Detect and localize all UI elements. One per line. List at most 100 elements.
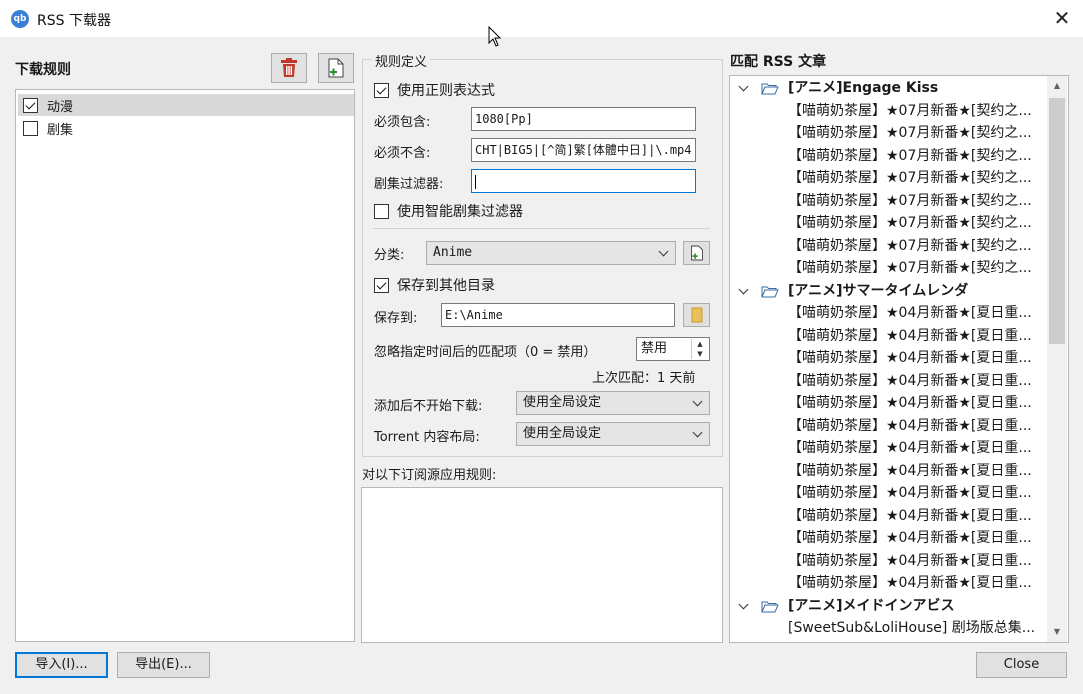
article-item[interactable]: 【喵萌奶茶屋】★07月新番★[契约之... (730, 100, 1048, 122)
article-group[interactable]: [アニメ]Engage Kiss (730, 77, 1048, 99)
article-title: 【喵萌奶茶屋】★04月新番★[夏日重... (788, 372, 1032, 389)
article-item[interactable]: 【喵萌奶茶屋】★07月新番★[契约之... (730, 212, 1048, 234)
add-category-button[interactable] (683, 241, 710, 265)
rule-label: 剧集 (47, 122, 74, 138)
article-title: 【喵萌奶茶屋】★07月新番★[契约之... (788, 147, 1032, 164)
rule-item-anime[interactable]: 动漫 (18, 94, 354, 116)
browse-folder-button[interactable] (683, 303, 710, 327)
article-item[interactable]: 【喵萌奶茶屋】★07月新番★[契约之... (730, 122, 1048, 144)
rule-checkbox[interactable] (23, 97, 38, 113)
add-rule-button[interactable] (318, 53, 354, 83)
category-select[interactable]: Anime (426, 241, 676, 265)
rule-label: 动漫 (47, 99, 74, 115)
article-item[interactable]: 【喵萌奶茶屋】★04月新番★[夏日重... (730, 392, 1048, 414)
articles-scrollbar[interactable]: ▲ ▼ (1047, 76, 1067, 642)
article-item[interactable]: 【喵萌奶茶屋】★07月新番★[契约之... (730, 190, 1048, 212)
scroll-thumb[interactable] (1049, 98, 1065, 344)
download-rules-title: 下载规则 (15, 62, 71, 78)
article-item[interactable]: 【喵萌奶茶屋】★04月新番★[夏日重... (730, 370, 1048, 392)
article-title: 【喵萌奶茶屋】★07月新番★[契约之... (788, 102, 1032, 119)
article-item[interactable]: 【喵萌奶茶屋】★07月新番★[契约之... (730, 257, 1048, 279)
article-item[interactable]: 【喵萌奶茶屋】★04月新番★[夏日重... (730, 415, 1048, 437)
use-regex-checkbox[interactable]: 使用正则表达式 (374, 80, 495, 100)
chevron-down-icon[interactable] (738, 284, 749, 294)
export-button[interactable]: 导出(E)... (117, 652, 210, 678)
save-to-input[interactable]: E:\Anime (441, 303, 675, 327)
article-item[interactable]: 【喵萌奶茶屋】★04月新番★[夏日重... (730, 347, 1048, 369)
article-title: 【喵萌奶茶屋】★04月新番★[夏日重... (788, 575, 1032, 591)
ignore-days-spinbox[interactable]: 禁用 ▲ ▼ (636, 337, 710, 361)
title-bar: qb RSS 下载器 ✕ (0, 0, 1083, 37)
article-item[interactable]: 【喵萌奶茶屋】★04月新番★[夏日重... (730, 460, 1048, 482)
save-to-label: 保存到: (374, 311, 418, 326)
smart-filter-checkbox[interactable]: 使用智能剧集过滤器 (374, 201, 523, 221)
rule-item-series[interactable]: 剧集 (18, 117, 354, 139)
chevron-down-icon (692, 427, 703, 438)
article-item[interactable]: 【喵萌奶茶屋】★04月新番★[夏日重... (730, 302, 1048, 324)
content-layout-select[interactable]: 使用全局设定 (516, 422, 710, 446)
mouse-cursor-icon (488, 26, 502, 47)
rule-definition-title: 规则定义 (372, 51, 431, 70)
article-title: 【喵萌奶茶屋】★07月新番★[契约之... (788, 192, 1032, 209)
article-group-label: [アニメ]サマータイムレンダ (788, 282, 969, 299)
save-other-dir-label: 保存到其他目录 (397, 278, 495, 294)
article-title: 【喵萌奶茶屋】★04月新番★[夏日重... (788, 350, 1032, 366)
folder-open-icon (761, 601, 779, 612)
article-title: 【喵萌奶茶屋】★04月新番★[夏日重... (788, 395, 1032, 411)
rule-list[interactable]: 动漫 剧集 (15, 89, 355, 642)
smart-filter-label: 使用智能剧集过滤器 (397, 204, 523, 220)
divider (373, 228, 710, 229)
apply-feeds-label: 对以下订阅源应用规则: (362, 468, 497, 483)
must-contain-input[interactable]: 1080[Pp] (471, 107, 696, 131)
chevron-down-icon[interactable] (738, 81, 749, 92)
close-button[interactable]: Close (976, 652, 1067, 678)
article-item[interactable]: 【喵萌奶茶屋】★04月新番★[夏日重... (730, 505, 1048, 527)
article-item[interactable]: 【喵萌奶茶屋】★04月新番★[夏日重... (730, 437, 1048, 459)
episode-filter-input[interactable] (471, 169, 696, 193)
article-item[interactable]: 【喵萌奶茶屋】★07月新番★[契约之... (730, 145, 1048, 167)
must-not-contain-input[interactable]: CHT|BIG5|[^简]繁[体體中日]|\.mp4 (471, 138, 696, 162)
category-label: 分类: (374, 248, 405, 263)
spin-up-icon[interactable]: ▲ (692, 339, 708, 349)
article-group[interactable]: [アニメ]メイドインアビス (730, 595, 1048, 617)
import-button[interactable]: 导入(I)... (15, 652, 108, 678)
window-close-icon[interactable]: ✕ (1047, 3, 1077, 33)
content-layout-label: Torrent 内容布局: (374, 430, 480, 445)
spin-down-icon[interactable]: ▼ (692, 349, 708, 359)
article-title: 【喵萌奶茶屋】★07月新番★[契约之... (788, 260, 1032, 276)
article-item[interactable]: 【喵萌奶茶屋】★04月新番★[夏日重... (730, 482, 1048, 504)
article-title: 【喵萌奶茶屋】★07月新番★[契约之... (788, 215, 1032, 231)
rule-checkbox[interactable] (23, 120, 38, 136)
article-title: 【喵萌奶茶屋】★04月新番★[夏日重... (788, 530, 1032, 546)
episode-filter-label: 剧集过滤器: (374, 177, 444, 192)
scroll-down-icon[interactable]: ▼ (1047, 622, 1067, 642)
save-other-dir-checkbox[interactable]: 保存到其他目录 (374, 275, 495, 295)
spin-buttons[interactable]: ▲ ▼ (691, 339, 708, 359)
feeds-list[interactable] (361, 487, 723, 643)
checkbox-box[interactable] (374, 277, 389, 293)
article-item[interactable]: 【喵萌奶茶屋】★04月新番★[夏日重... (730, 572, 1048, 594)
article-title: 【喵萌奶茶屋】★04月新番★[夏日重... (788, 417, 1032, 434)
trash-icon (281, 58, 297, 77)
article-group[interactable]: [アニメ]サマータイムレンダ (730, 280, 1048, 302)
article-item[interactable]: [SweetSub&LoliHouse] 剧场版总集... (730, 617, 1048, 639)
matching-articles-tree[interactable]: [アニメ]Engage Kiss 【喵萌奶茶屋】★07月新番★[契约之... 【喵萌… (729, 75, 1069, 643)
article-title: 【喵萌奶茶屋】★07月新番★[契约之... (788, 125, 1032, 141)
article-item[interactable]: 【喵萌奶茶屋】★04月新番★[夏日重... (730, 325, 1048, 347)
chevron-down-icon[interactable] (738, 599, 749, 609)
folder-open-icon (761, 286, 779, 297)
article-title: 【喵萌奶茶屋】★07月新番★[契约之... (788, 237, 1032, 254)
article-item[interactable]: 【喵萌奶茶屋】★04月新番★[夏日重... (730, 550, 1048, 572)
checkbox-box[interactable] (374, 203, 389, 219)
article-title: 【喵萌奶茶屋】★04月新番★[夏日重... (788, 552, 1032, 569)
delete-rule-button[interactable] (271, 53, 307, 83)
add-paused-select[interactable]: 使用全局设定 (516, 391, 710, 415)
checkbox-box[interactable] (374, 82, 389, 98)
article-title: 【喵萌奶茶屋】★04月新番★[夏日重... (788, 327, 1032, 344)
ignore-days-label: 忽略指定时间后的匹配项（0 = 禁用） (374, 345, 597, 360)
article-item[interactable]: 【喵萌奶茶屋】★07月新番★[契约之... (730, 167, 1048, 189)
scroll-up-icon[interactable]: ▲ (1047, 76, 1067, 96)
article-item[interactable]: 【喵萌奶茶屋】★04月新番★[夏日重... (730, 527, 1048, 549)
article-item[interactable]: 【喵萌奶茶屋】★07月新番★[契约之... (730, 235, 1048, 257)
article-title: 【喵萌奶茶屋】★07月新番★[契约之... (788, 170, 1032, 186)
